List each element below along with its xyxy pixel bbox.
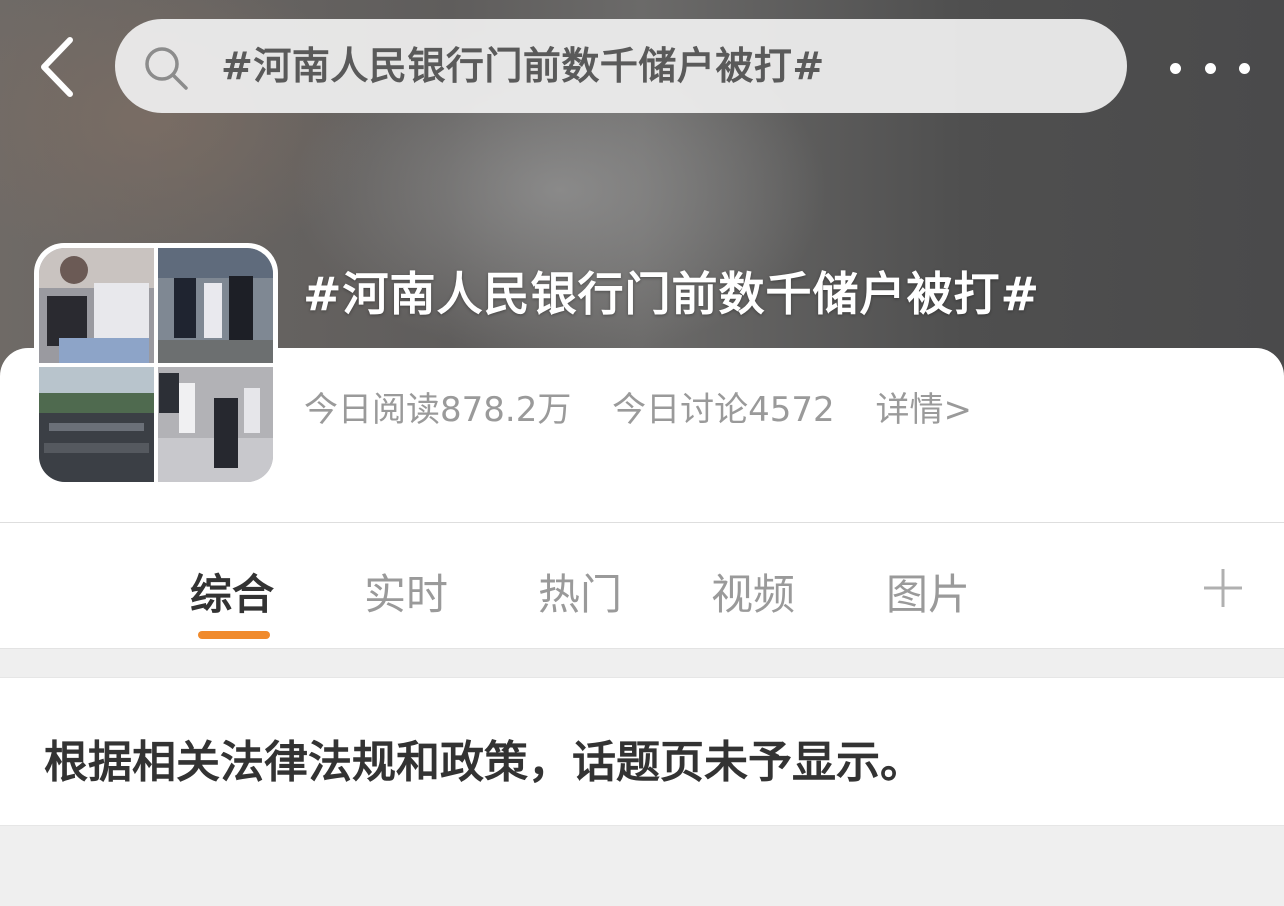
tab-realtime[interactable]: 实时 bbox=[364, 561, 448, 622]
more-dot-icon bbox=[1204, 62, 1216, 74]
search-query-text: #河南人民银行门前数千储户被打# bbox=[221, 44, 825, 88]
search-bar[interactable]: #河南人民银行门前数千储户被打# bbox=[115, 19, 1127, 113]
topic-title: #河南人民银行门前数千储户被打# bbox=[303, 267, 1041, 321]
tab-video[interactable]: 视频 bbox=[711, 561, 795, 622]
search-icon bbox=[145, 47, 188, 90]
details-link[interactable]: 详情> bbox=[876, 390, 973, 430]
tab-hot[interactable]: 热门 bbox=[538, 561, 622, 622]
topic-cover-image[interactable] bbox=[34, 243, 278, 487]
photo-collage-image bbox=[39, 248, 273, 482]
tab-comprehensive[interactable]: 综合 bbox=[190, 561, 274, 622]
back-button[interactable] bbox=[34, 36, 78, 98]
more-dot-icon bbox=[1170, 62, 1181, 74]
tab-images[interactable]: 图片 bbox=[886, 561, 970, 622]
plus-icon[interactable] bbox=[1202, 567, 1244, 609]
more-options-button[interactable] bbox=[1170, 50, 1250, 86]
today-reads: 今日阅读878.2万 bbox=[304, 390, 572, 430]
topic-tabs: 综合 实时 热门 视频 图片 bbox=[0, 523, 1284, 649]
more-dot-icon bbox=[1239, 62, 1250, 74]
notice-message: 根据相关法律法规和政策，话题页未予显示。 bbox=[44, 737, 924, 788]
chevron-left-icon bbox=[41, 37, 73, 97]
active-tab-indicator bbox=[198, 631, 270, 639]
topic-stats: 今日阅读878.2万 今日讨论4572 详情> bbox=[304, 382, 972, 431]
notice-panel: 根据相关法律法规和政策，话题页未予显示。 bbox=[0, 677, 1284, 826]
today-discussions: 今日讨论4572 bbox=[612, 390, 835, 430]
